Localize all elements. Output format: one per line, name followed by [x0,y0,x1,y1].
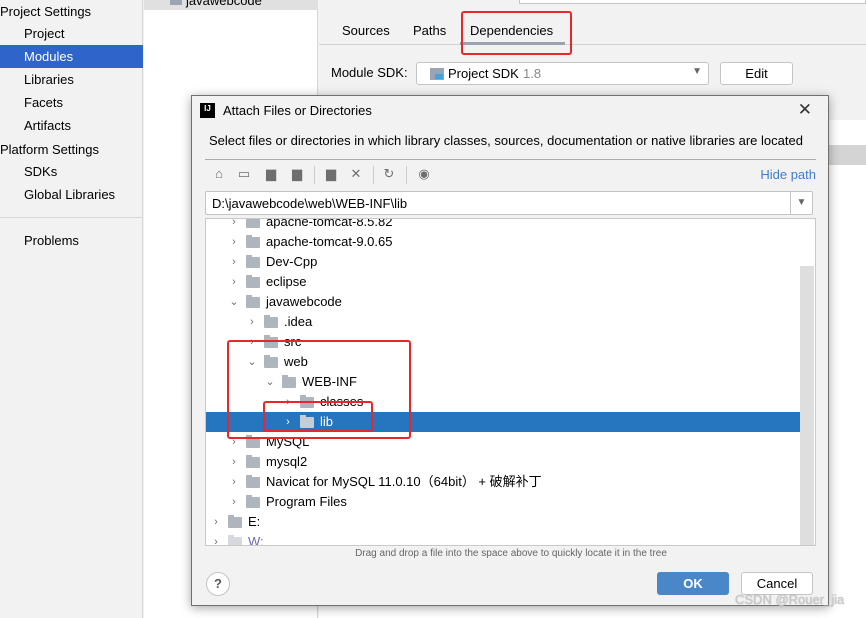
tree-row-label: Program Files [266,494,347,509]
tree-row[interactable]: › W: [206,532,806,546]
tree-row[interactable]: › mysql2 [206,452,806,472]
sidebar-item-libraries[interactable]: Libraries [0,68,143,91]
chevron-right-icon[interactable]: › [228,472,240,492]
tab-paths[interactable]: Paths [413,22,446,44]
folder-icon [228,515,242,528]
chevron-right-icon[interactable]: › [228,252,240,272]
intellij-logo-icon: IJ [200,103,215,118]
new-folder-icon[interactable]: ▆ [323,166,339,182]
folder-icon [246,255,260,268]
sidebar-item-artifacts[interactable]: Artifacts [0,114,143,137]
tree-row[interactable]: › eclipse [206,272,806,292]
home-icon[interactable]: ⌂ [211,166,227,182]
tree-row[interactable]: › apache-tomcat-9.0.65 [206,232,806,252]
sidebar-item-project[interactable]: Project [0,22,143,45]
sidebar-item-sdks[interactable]: SDKs [0,160,143,183]
dialog-title: Attach Files or Directories [223,103,372,118]
toolbar-separator [373,166,374,184]
chevron-right-icon[interactable]: › [228,492,240,512]
section-project-settings: Project Settings [0,4,92,19]
close-icon[interactable]: ✕ [798,100,812,120]
tab-sources[interactable]: Sources [342,22,390,44]
toolbar-separator [406,166,407,184]
tree-row-label: Dev-Cpp [266,254,318,269]
chevron-right-icon[interactable]: › [210,532,222,545]
help-button[interactable]: ? [206,572,230,596]
path-value: D:\javawebcode\web\WEB-INF\lib [212,196,408,211]
sdk-value: Project SDK [448,66,519,81]
annotation-box-dependencies [461,11,572,55]
folder-icon [246,295,260,308]
sidebar-divider [0,217,143,218]
module-folder-icon [170,0,182,5]
tree-row[interactable]: › Navicat for MySQL 11.0.10（64bit） + 破解补丁 [206,472,806,492]
chevron-right-icon[interactable]: › [228,232,240,252]
tree-row-label: .idea [284,314,313,329]
dialog-description: Select files or directories in which lib… [209,133,803,148]
name-field[interactable] [519,0,866,4]
tree-row[interactable]: ⌄ javawebcode [206,292,806,312]
refresh-icon[interactable]: ↻ [381,166,397,182]
chevron-right-icon: › [154,0,158,4]
tree-row-label: mysql2 [266,454,308,469]
sidebar-item-global-libraries[interactable]: Global Libraries [0,183,143,206]
sdk-version: 1.8 [523,66,542,81]
edit-sdk-button[interactable]: Edit [720,62,793,85]
tree-row[interactable]: › Dev-Cpp [206,252,806,272]
path-input[interactable]: D:\javawebcode\web\WEB-INF\lib ▼ [205,191,813,215]
chevron-right-icon[interactable]: › [210,512,222,532]
toolbar-separator [314,166,315,184]
settings-sidebar: Project Settings Project Modules Librari… [0,0,143,618]
hide-path-link[interactable]: Hide path [760,167,816,182]
folder-icon [246,475,260,488]
tree-row[interactable]: › .idea [206,312,806,332]
delete-icon[interactable]: ✕ [348,166,364,182]
module-item[interactable]: › javawebcode [144,0,318,10]
watermark: CSDN @Rouer_jia [735,592,845,607]
chevron-down-icon: ▼ [692,66,702,77]
section-platform-settings: Platform Settings [0,142,99,157]
sidebar-item-modules[interactable]: Modules [0,45,143,68]
module-sdk-combobox[interactable]: Project SDK 1.8 ▼ [416,62,709,85]
folder-icon [228,535,242,545]
tab-divider [319,44,866,45]
project-folder-icon[interactable]: ▆ [263,166,279,182]
tree-row-label: apache-tomcat-8.5.82 [266,218,393,229]
tree-row-label: E: [248,514,261,529]
sdk-folder-icon [430,68,444,80]
separator [205,159,816,160]
ok-button[interactable]: OK [657,572,729,595]
annotation-box-lib [263,401,373,432]
module-sdk-label: Module SDK: [331,65,408,80]
tree-row[interactable]: › apache-tomcat-8.5.82 [206,218,806,232]
chevron-right-icon[interactable]: › [246,312,258,332]
folder-icon [264,315,278,328]
module-folder-icon[interactable]: ▆ [289,166,305,182]
module-name: javawebcode [186,0,262,8]
chevron-right-icon[interactable]: › [228,272,240,292]
chevron-down-icon[interactable]: ▼ [790,192,812,214]
tree-scrollbar[interactable] [800,266,814,545]
tree-row-label: apache-tomcat-9.0.65 [266,234,393,249]
folder-icon [246,495,260,508]
sidebar-item-problems[interactable]: Problems [0,229,143,252]
chevron-down-icon[interactable]: ⌄ [228,292,240,312]
folder-icon [246,235,260,248]
tree-row[interactable]: › Program Files [206,492,806,512]
folder-icon [246,455,260,468]
desktop-icon[interactable]: ▭ [236,166,252,182]
folder-icon [246,275,260,288]
sidebar-item-facets[interactable]: Facets [0,91,143,114]
folder-icon [246,219,260,228]
tree-row-label: eclipse [266,274,307,289]
show-hidden-icon[interactable]: ◉ [416,166,432,182]
drag-drop-hint: Drag and drop a file into the space abov… [355,548,667,559]
chevron-right-icon[interactable]: › [228,219,240,232]
tree-row-label: javawebcode [266,294,342,309]
tree-row[interactable]: › E: [206,512,806,532]
tree-row-label: Navicat for MySQL 11.0.10（64bit） + 破解补丁 [266,474,542,489]
chevron-right-icon[interactable]: › [228,452,240,472]
tree-row-label: W: [248,534,264,546]
